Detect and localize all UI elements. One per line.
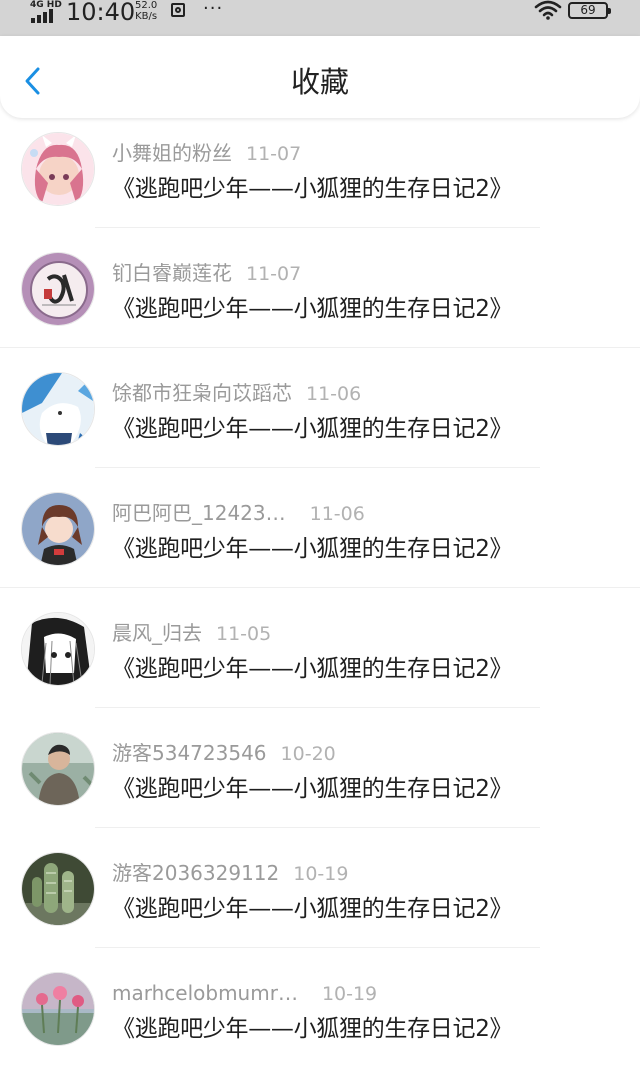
item-meta: marhcelobmumr… 10-19: [112, 978, 377, 1010]
item-date: 11-06: [306, 383, 362, 405]
avatar[interactable]: [21, 252, 95, 326]
book-title: 《逃跑吧少年——小狐狸的生存日记2》: [112, 416, 513, 442]
user-name: marhcelobmumr…: [112, 981, 298, 1005]
item-date: 11-07: [246, 143, 302, 165]
avatar[interactable]: [21, 132, 95, 206]
list-item[interactable]: 游客2036329112 10-19 《逃跑吧少年——小狐狸的生存日记2》: [0, 840, 640, 960]
book-title: 《逃跑吧少年——小狐狸的生存日记2》: [112, 296, 513, 322]
avatar[interactable]: [21, 972, 95, 1046]
item-meta: 阿巴阿巴_12423… 11-06: [112, 498, 365, 530]
avatar[interactable]: [21, 732, 95, 806]
item-date: 10-19: [321, 983, 378, 1005]
item-date: 10-19: [293, 863, 349, 885]
user-name: 阿巴阿巴_12423…: [112, 501, 286, 525]
more-notifications-icon: ···: [203, 0, 224, 19]
avatar[interactable]: [21, 852, 95, 926]
avatar[interactable]: [21, 612, 95, 686]
divider: [95, 467, 540, 468]
item-date: 11-06: [309, 503, 365, 525]
item-meta: 游客2036329112 10-19: [112, 858, 348, 890]
network-speed: 52.0 KB/s: [135, 0, 157, 22]
avatar[interactable]: [21, 492, 95, 566]
list-item[interactable]: marhcelobmumr… 10-19 《逃跑吧少年——小狐狸的生存日记2》: [0, 960, 640, 1080]
divider: [0, 347, 640, 348]
list-item[interactable]: 钔白睿巅莲花 11-07 《逃跑吧少年——小狐狸的生存日记2》: [0, 240, 640, 360]
book-title: 《逃跑吧少年——小狐狸的生存日记2》: [112, 656, 513, 682]
avatar[interactable]: [21, 372, 95, 446]
signal-icon: [31, 9, 57, 23]
list-item[interactable]: 小舞姐的粉丝 11-07 《逃跑吧少年——小狐狸的生存日记2》: [0, 120, 640, 240]
page-title: 收藏: [290, 65, 349, 99]
list-item[interactable]: 晨风_归去 11-05 《逃跑吧少年——小狐狸的生存日记2》: [0, 600, 640, 720]
item-date: 10-20: [280, 743, 336, 765]
status-bar: 4G HD 10:40 52.0 KB/s ··· 69: [0, 0, 640, 36]
user-name: 馀都市狂枭向苡蹈芯: [112, 381, 292, 405]
divider: [95, 227, 540, 228]
item-meta: 小舞姐的粉丝 11-07: [112, 138, 301, 170]
list-item[interactable]: 馀都市狂枭向苡蹈芯 11-06 《逃跑吧少年——小狐狸的生存日记2》: [0, 360, 640, 480]
user-name: 晨风_归去: [112, 621, 202, 645]
user-name: 游客534723546: [112, 741, 267, 765]
network-speed-unit: KB/s: [135, 11, 158, 22]
item-meta: 钔白睿巅莲花 11-07: [112, 258, 301, 290]
user-name: 钔白睿巅莲花: [112, 261, 232, 285]
user-name: 小舞姐的粉丝: [112, 141, 232, 165]
item-date: 11-05: [216, 623, 272, 645]
list-item[interactable]: 游客534723546 10-20 《逃跑吧少年——小狐狸的生存日记2》: [0, 720, 640, 840]
battery-icon: 69: [568, 2, 611, 19]
divider: [95, 947, 540, 948]
book-title: 《逃跑吧少年——小狐狸的生存日记2》: [112, 1016, 513, 1042]
divider: [95, 707, 540, 708]
divider: [95, 827, 540, 828]
network-speed-value: 52.0: [135, 0, 158, 11]
book-title: 《逃跑吧少年——小狐狸的生存日记2》: [112, 896, 513, 922]
book-title: 《逃跑吧少年——小狐狸的生存日记2》: [112, 176, 513, 202]
item-meta: 晨风_归去 11-05: [112, 618, 271, 650]
screenshot-icon: [171, 3, 185, 17]
app-header: 收藏: [0, 36, 640, 118]
book-title: 《逃跑吧少年——小狐狸的生存日记2》: [112, 776, 513, 802]
item-meta: 馀都市狂枭向苡蹈芯 11-06: [112, 378, 361, 410]
item-meta: 游客534723546 10-20: [112, 738, 336, 770]
favorites-list: 小舞姐的粉丝 11-07 《逃跑吧少年——小狐狸的生存日记2》 钔白睿巅莲花 11-…: [0, 120, 640, 1080]
user-name: 游客2036329112: [112, 861, 280, 885]
book-title: 《逃跑吧少年——小狐狸的生存日记2》: [112, 536, 513, 562]
list-item[interactable]: 阿巴阿巴_12423… 11-06 《逃跑吧少年——小狐狸的生存日记2》: [0, 480, 640, 600]
wifi-icon: [534, 0, 562, 20]
status-time: 10:40: [66, 0, 136, 26]
divider: [0, 587, 640, 588]
item-date: 11-07: [246, 263, 302, 285]
